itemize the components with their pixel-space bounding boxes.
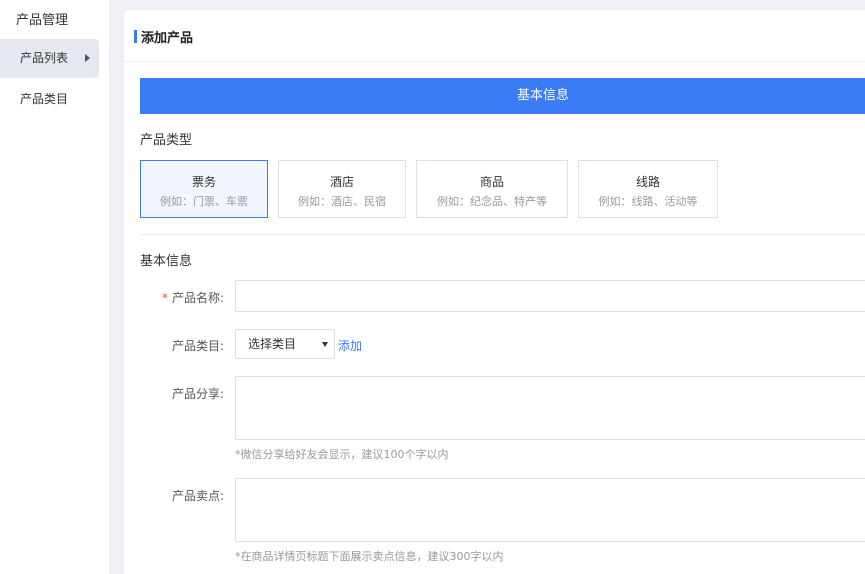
select-value: 选择类目 — [248, 337, 297, 351]
main-panel: 添加产品 基本信息 产品类型 票务 例如：门票、车票 酒店 例如：酒店、民宿 商… — [124, 10, 865, 574]
product-share-textarea[interactable] — [235, 376, 865, 440]
product-type-heading: 产品类型 — [140, 133, 193, 148]
product-share-label: 产品分享: — [171, 387, 224, 401]
product-category-label: 产品类目: — [171, 339, 224, 353]
product-type-ticket[interactable]: 票务 例如：门票、车票 — [140, 160, 268, 218]
sidebar-item-label: 产品类目 — [20, 92, 69, 106]
required-mark: * — [161, 291, 168, 305]
product-type-desc: 例如：门票、车票 — [160, 195, 248, 208]
sidebar-item-product-category[interactable]: 产品类目 — [0, 80, 99, 119]
basic-info-heading: 基本信息 — [140, 254, 193, 269]
product-type-route[interactable]: 线路 例如：线路、活动等 — [578, 160, 718, 218]
product-name-input[interactable] — [235, 280, 865, 312]
sidebar-title: 产品管理 — [16, 13, 69, 28]
product-type-name: 商品 — [479, 175, 504, 189]
product-type-desc: 例如：线路、活动等 — [598, 195, 698, 208]
selling-point-hint: *在商品详情页标题下面展示卖点信息，建议300字以内 — [235, 550, 504, 563]
add-category-link[interactable]: 添加 — [338, 337, 362, 354]
sidebar-item-label: 产品列表 — [20, 51, 69, 65]
product-category-select[interactable]: 选择类目 — [235, 329, 335, 359]
product-type-name: 线路 — [635, 175, 660, 189]
page-title: 添加产品 — [141, 31, 194, 46]
product-type-goods[interactable]: 商品 例如：纪念品、特产等 — [416, 160, 568, 218]
product-type-name: 酒店 — [329, 175, 354, 189]
selling-point-label: 产品卖点: — [171, 489, 224, 503]
sidebar: 产品管理 产品列表 产品类目 — [0, 0, 109, 574]
sidebar-item-product-list[interactable]: 产品列表 — [0, 39, 99, 78]
product-type-hotel[interactable]: 酒店 例如：酒店、民宿 — [278, 160, 406, 218]
selling-point-textarea[interactable] — [235, 478, 865, 542]
product-type-name: 票务 — [191, 175, 216, 189]
divider — [140, 234, 865, 235]
caret-down-icon — [322, 342, 328, 347]
caret-right-icon — [85, 54, 90, 62]
product-name-label: * 产品名称: — [161, 291, 224, 305]
product-share-hint: *微信分享给好友会显示，建议100个字以内 — [235, 448, 449, 461]
product-type-desc: 例如：酒店、民宿 — [298, 195, 386, 208]
product-type-desc: 例如：纪念品、特产等 — [437, 195, 547, 208]
section-banner: 基本信息 — [140, 78, 865, 114]
title-accent-bar — [134, 30, 137, 43]
panel-header: 添加产品 — [124, 10, 865, 62]
